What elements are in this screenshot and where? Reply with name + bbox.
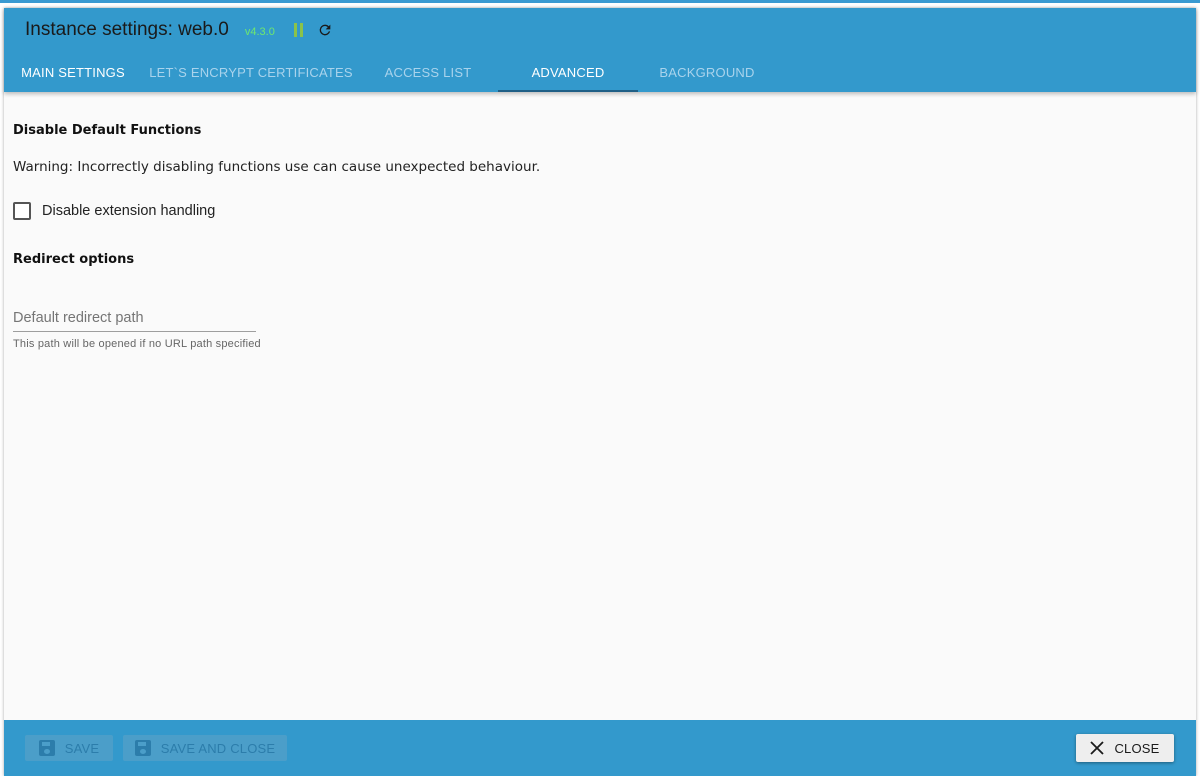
tab-lets-encrypt-certificates[interactable]: LET`S ENCRYPT CERTIFICATES [142, 52, 360, 92]
settings-tabs: MAIN SETTINGS LET`S ENCRYPT CERTIFICATES… [4, 52, 1196, 92]
disable-extension-label[interactable]: Disable extension handling [42, 203, 215, 219]
save-button-label: SAVE [64, 740, 100, 756]
dialog-header: Instance settings: web.0 v4.3.0 MAIN SET… [4, 8, 1196, 92]
window-top-strip [0, 0, 1200, 8]
tab-access-list[interactable]: ACCESS LIST [360, 52, 496, 92]
tab-main-settings[interactable]: MAIN SETTINGS [4, 52, 142, 92]
tab-background[interactable]: BACKGROUND [638, 52, 776, 92]
disable-warning-text: Warning: Incorrectly disabling functions… [13, 159, 541, 175]
version-label: v4.3.0 [244, 26, 275, 38]
close-icon [1090, 741, 1105, 755]
redirect-options-heading: Redirect options [13, 252, 135, 267]
disable-functions-heading: Disable Default Functions [13, 123, 202, 138]
instance-settings-dialog: Instance settings: web.0 v4.3.0 MAIN SET… [4, 8, 1196, 776]
title-row: Instance settings: web.0 v4.3.0 [25, 18, 334, 42]
dialog-title: Instance settings: web.0 [25, 19, 229, 40]
active-tab-indicator [498, 90, 638, 92]
pause-icon[interactable] [293, 22, 305, 38]
default-redirect-input[interactable] [13, 304, 256, 332]
close-button[interactable]: CLOSE [1076, 734, 1174, 762]
save-button[interactable]: SAVE [25, 735, 113, 761]
disable-extension-checkbox[interactable] [13, 202, 31, 220]
save-and-close-button-label: SAVE AND CLOSE [160, 740, 276, 756]
save-and-close-button[interactable]: SAVE AND CLOSE [123, 735, 287, 761]
redirect-helper-text: This path will be opened if no URL path … [13, 338, 261, 350]
close-button-label: CLOSE [1114, 740, 1160, 756]
default-redirect-field: This path will be opened if no URL path … [13, 304, 261, 350]
disable-extension-row[interactable]: Disable extension handling [13, 202, 215, 220]
reload-icon[interactable] [316, 21, 334, 39]
tab-advanced[interactable]: ADVANCED [498, 52, 638, 92]
dialog-footer: SAVE SAVE AND CLOSE CLOSE [4, 720, 1196, 776]
floppy-disk-icon [134, 740, 151, 756]
floppy-disk-icon [38, 740, 55, 756]
